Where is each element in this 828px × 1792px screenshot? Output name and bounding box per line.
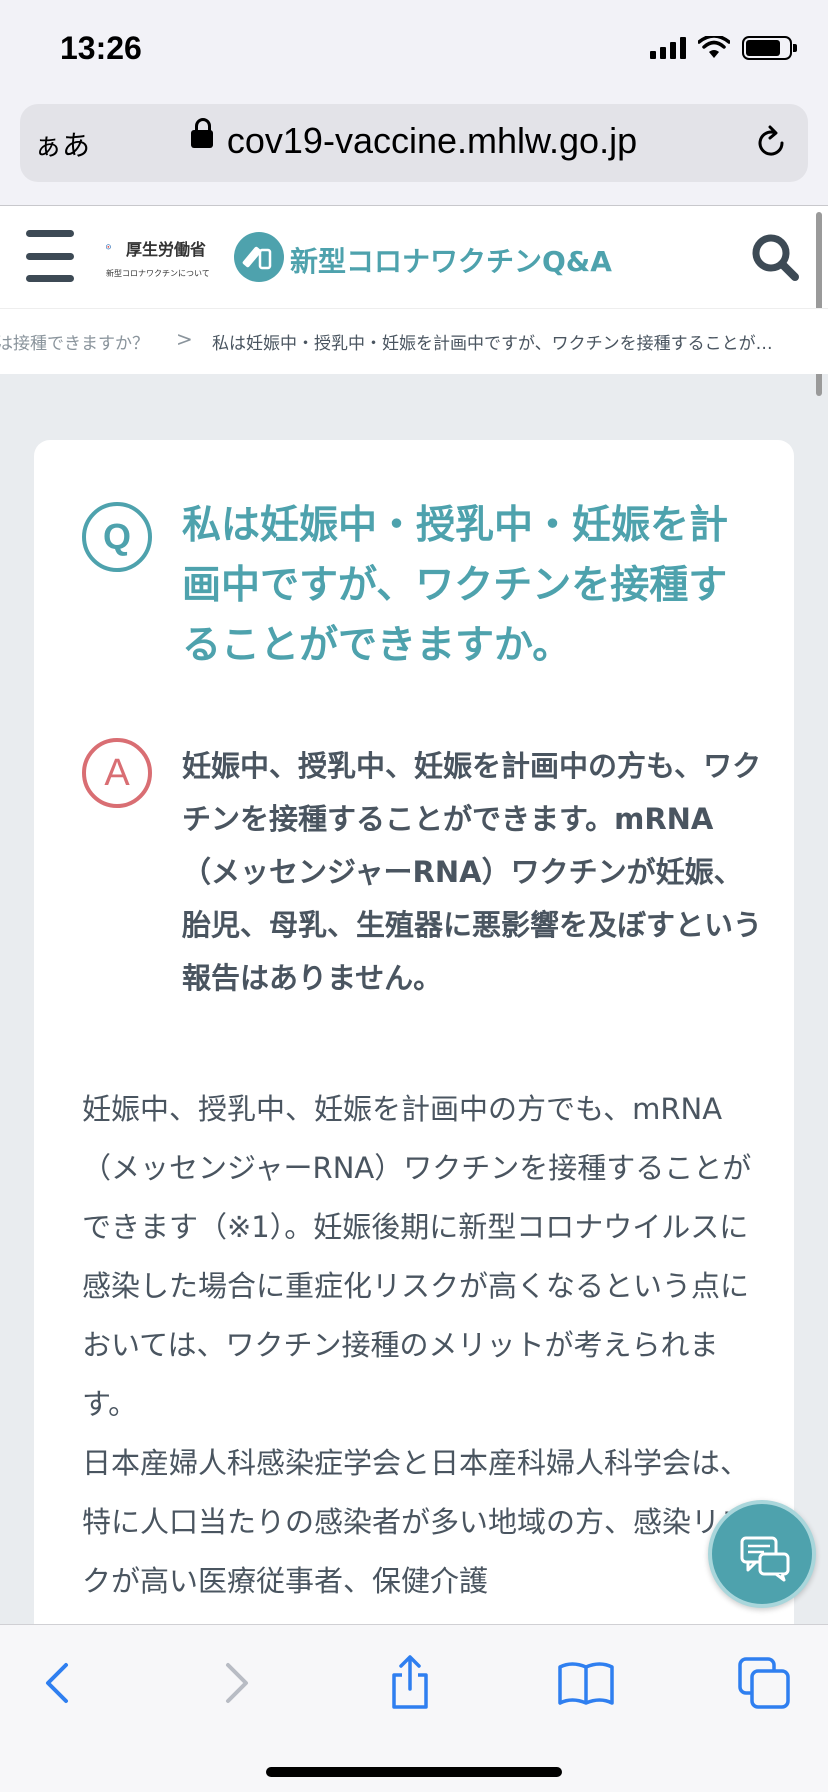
breadcrumb-separator: >: [176, 327, 193, 351]
vaccine-logo-icon[interactable]: [234, 232, 284, 282]
mhlw-name[interactable]: 厚生労働省: [126, 236, 206, 260]
status-bar: 13:26: [0, 0, 828, 92]
answer-paragraph: 日本産婦人科感染症学会と日本産科婦人科学会は、特に人口当たりの感染者が多い地域の…: [82, 1446, 750, 1598]
url-text: cov19-vaccine.mhlw.go.jp: [226, 120, 638, 161]
status-time: 13:26: [60, 30, 142, 66]
share-icon[interactable]: [380, 1653, 440, 1713]
status-icons: [650, 36, 797, 60]
qa-card: Q 私は妊娠中・授乳中・妊娠を計画中ですが、ワクチンを接種することができますか。…: [34, 440, 794, 1680]
question-badge: Q: [82, 502, 152, 572]
wifi-icon: [698, 36, 730, 58]
answer-paragraph: 妊娠中、授乳中、妊娠を計画中の方でも、mRNA（メッセンジャーRNA）ワクチンを…: [82, 1092, 752, 1421]
back-icon[interactable]: [28, 1653, 88, 1713]
answer-badge: A: [82, 738, 152, 808]
breadcrumb-current: 私は妊娠中・授乳中・妊娠を計画中ですが、ワクチンを接種することが…: [212, 334, 773, 354]
breadcrumb: は接種できますか？ > 私は妊娠中・授乳中・妊娠を計画中ですが、ワクチンを接種す…: [0, 308, 828, 374]
answer-text: 妊娠中、授乳中、妊娠を計画中の方も、ワクチンを接種することができます。mRNA（…: [182, 749, 763, 995]
chat-icon: [740, 1536, 790, 1582]
mhlw-logo-icon[interactable]: [106, 236, 128, 262]
breadcrumb-previous[interactable]: は接種できますか？: [0, 329, 149, 354]
home-indicator[interactable]: [266, 1767, 562, 1777]
question-text: 私は妊娠中・授乳中・妊娠を計画中ですが、ワクチンを接種することができますか。: [182, 503, 729, 668]
url-bar[interactable]: ぁあ cov19-vaccine.mhlw.go.jp: [20, 104, 808, 182]
signal-icon: [650, 37, 686, 59]
answer-body: 妊娠中、授乳中、妊娠を計画中の方でも、mRNA（メッセンジャーRNA）ワクチンを…: [82, 1080, 762, 1611]
site-title[interactable]: 新型コロナワクチンQ&A: [290, 240, 612, 280]
mhlw-subtitle[interactable]: 新型コロナワクチンについて: [106, 268, 210, 279]
browser-toolbar: [0, 1624, 828, 1792]
site-header: 厚生労働省 新型コロナワクチンについて 新型コロナワクチンQ&A: [0, 206, 828, 308]
search-icon[interactable]: [750, 232, 800, 282]
lock-icon: [190, 118, 213, 149]
hamburger-icon[interactable]: [26, 230, 74, 282]
reload-icon[interactable]: [752, 124, 790, 162]
forward-icon[interactable]: [206, 1653, 266, 1713]
chat-button[interactable]: [708, 1500, 816, 1608]
bookmarks-icon[interactable]: [556, 1653, 616, 1713]
url-display[interactable]: cov19-vaccine.mhlw.go.jp: [20, 118, 808, 162]
tabs-icon[interactable]: [734, 1653, 794, 1713]
battery-icon: [742, 36, 797, 60]
browser-url-area: ぁあ cov19-vaccine.mhlw.go.jp: [0, 92, 828, 206]
